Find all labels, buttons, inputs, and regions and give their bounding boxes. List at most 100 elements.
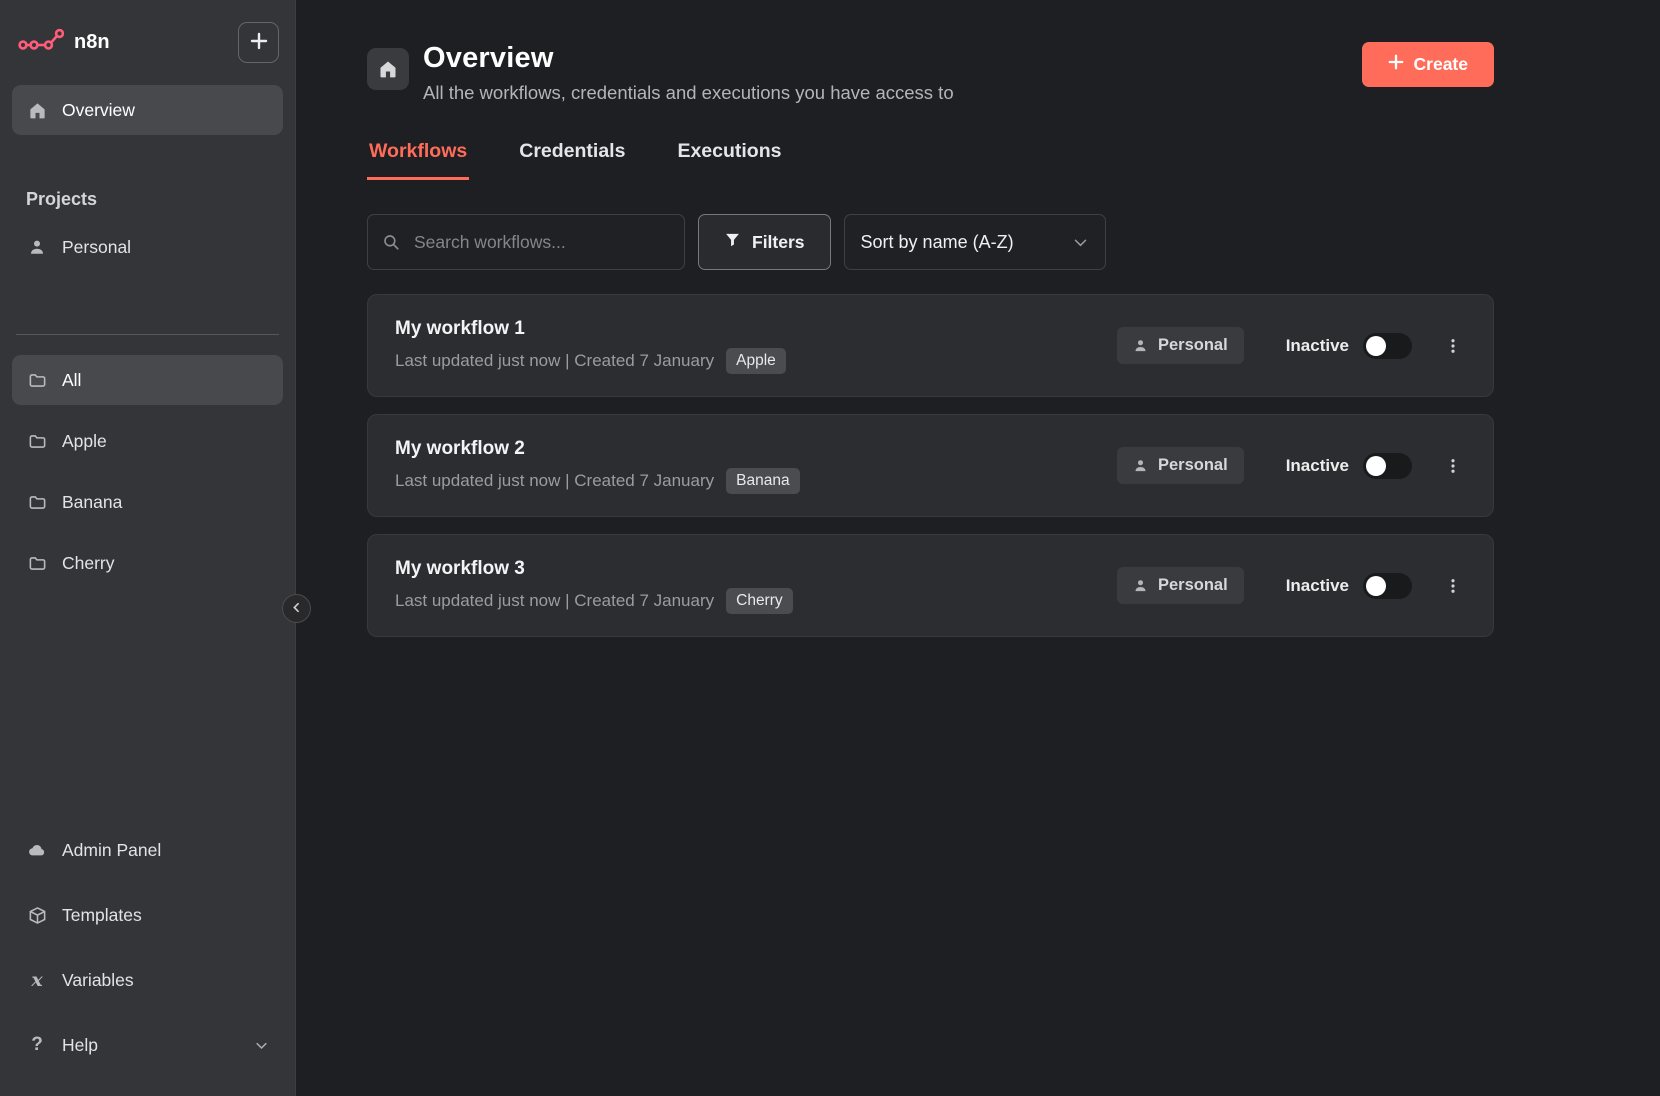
user-icon [1133, 338, 1148, 353]
workflow-tag[interactable]: Apple [726, 347, 786, 374]
package-icon [26, 906, 48, 925]
workflow-active-toggle[interactable] [1363, 452, 1412, 479]
sidebar-divider [16, 334, 279, 335]
status-label: Inactive [1285, 575, 1349, 595]
header-text: Overview All the workflows, credentials … [423, 42, 954, 104]
search-box [367, 214, 685, 270]
sidebar-item-banana[interactable]: Banana [12, 477, 283, 527]
plus-icon [250, 32, 268, 53]
sidebar-item-label: Overview [62, 99, 135, 120]
filters-button-label: Filters [752, 231, 805, 252]
workflow-meta-text: Last updated just now | Created 7 Januar… [395, 590, 715, 610]
workflow-meta-text: Last updated just now | Created 7 Januar… [395, 470, 715, 490]
sidebar-header: n8n [12, 14, 283, 71]
home-icon [26, 101, 48, 120]
workflow-tag[interactable]: Banana [726, 467, 800, 494]
tab-workflows[interactable]: Workflows [367, 136, 470, 180]
filter-funnel-icon [724, 231, 741, 253]
n8n-logo[interactable]: n8n [18, 25, 110, 61]
workflow-active-toggle[interactable] [1363, 572, 1412, 599]
workflow-card[interactable]: My workflow 1 Last updated just now | Cr… [367, 294, 1494, 397]
owner-badge[interactable]: Personal [1116, 447, 1244, 484]
status-label: Inactive [1285, 335, 1349, 355]
workflow-list: My workflow 1 Last updated just now | Cr… [367, 294, 1494, 637]
more-options-button[interactable] [1440, 573, 1466, 599]
workflow-name: My workflow 1 [395, 317, 525, 339]
sidebar-item-help[interactable]: ? Help [12, 1020, 283, 1070]
workflow-active-toggle[interactable] [1363, 332, 1412, 359]
chevron-down-icon [1072, 234, 1089, 251]
sidebar-item-label: Variables [62, 969, 134, 990]
workflow-name: My workflow 2 [395, 437, 525, 459]
sidebar-item-templates[interactable]: Templates [12, 890, 283, 940]
sidebar-item-variables[interactable]: x Variables [12, 955, 283, 1005]
workflow-meta: Last updated just now | Created 7 Januar… [395, 347, 786, 374]
sidebar-item-all[interactable]: All [12, 355, 283, 405]
tab-credentials[interactable]: Credentials [517, 136, 627, 180]
sidebar-item-label: All [62, 369, 82, 390]
projects-heading: Projects [26, 189, 98, 209]
tab-bar: Workflows Credentials Executions [367, 136, 1494, 180]
sidebar-item-label: Cherry [62, 552, 115, 573]
workflow-card-info: My workflow 3 Last updated just now | Cr… [395, 558, 793, 614]
create-button-label: Create [1413, 54, 1468, 74]
sidebar-collapse-button[interactable] [282, 594, 311, 623]
sidebar-item-label: Apple [62, 430, 107, 451]
sidebar: n8n Overview Projects Personal All Apple… [0, 0, 296, 1096]
sidebar-item-admin-panel[interactable]: Admin Panel [12, 825, 283, 875]
plus-icon [1388, 54, 1404, 75]
cloud-icon [26, 840, 48, 860]
create-button[interactable]: Create [1361, 42, 1494, 87]
workflow-card-controls: Personal Inactive [1116, 327, 1466, 364]
sidebar-item-label: Banana [62, 491, 123, 512]
toggle-knob [1366, 455, 1386, 476]
search-icon [382, 233, 400, 251]
user-icon [1133, 578, 1148, 593]
add-button[interactable] [238, 22, 279, 63]
workflow-card-controls: Personal Inactive [1116, 447, 1466, 484]
sidebar-item-apple[interactable]: Apple [12, 416, 283, 466]
more-options-button[interactable] [1440, 453, 1466, 479]
page-subtitle: All the workflows, credentials and execu… [423, 82, 954, 103]
owner-badge-label: Personal [1157, 336, 1228, 354]
more-options-button[interactable] [1440, 333, 1466, 359]
tab-executions[interactable]: Executions [675, 136, 783, 180]
owner-badge[interactable]: Personal [1116, 567, 1244, 604]
owner-badge-label: Personal [1157, 576, 1228, 594]
n8n-logo-icon [18, 25, 65, 61]
owner-badge[interactable]: Personal [1116, 327, 1244, 364]
user-icon [26, 238, 48, 256]
workflow-tag[interactable]: Cherry [726, 587, 793, 614]
sort-select[interactable]: Sort by name (A-Z) [843, 214, 1106, 270]
folder-icon [26, 371, 48, 390]
sidebar-bottom: Admin Panel Templates x Variables ? Help [12, 825, 283, 1070]
filters-button[interactable]: Filters [698, 214, 831, 270]
toggle-knob [1366, 575, 1386, 596]
sort-select-value: Sort by name (A-Z) [860, 231, 1014, 252]
workflow-card-controls: Personal Inactive [1116, 567, 1466, 604]
sidebar-item-label: Templates [62, 904, 142, 925]
sidebar-item-overview[interactable]: Overview [12, 85, 283, 135]
folder-icon [26, 493, 48, 512]
sidebar-item-personal[interactable]: Personal [12, 222, 283, 272]
home-icon [380, 61, 396, 78]
sidebar-item-cherry[interactable]: Cherry [12, 538, 283, 588]
workflow-toolbar: Filters Sort by name (A-Z) [367, 214, 1494, 270]
folder-icon [26, 432, 48, 451]
workflow-meta: Last updated just now | Created 7 Januar… [395, 467, 800, 494]
sidebar-item-label: Personal [62, 236, 132, 257]
search-input[interactable] [367, 214, 685, 270]
user-icon [1133, 458, 1148, 473]
main-content: Overview All the workflows, credentials … [296, 0, 1660, 1096]
sidebar-item-label: Admin Panel [62, 839, 162, 860]
help-icon: ? [31, 1034, 43, 1055]
toggle-knob [1366, 335, 1386, 356]
folder-list: All Apple Banana Cherry [12, 355, 283, 588]
kebab-icon [1451, 338, 1455, 353]
kebab-icon [1451, 458, 1455, 473]
workflow-card[interactable]: My workflow 3 Last updated just now | Cr… [367, 534, 1494, 637]
workflow-name: My workflow 3 [395, 557, 525, 579]
variables-icon: x [31, 969, 43, 991]
workflow-card[interactable]: My workflow 2 Last updated just now | Cr… [367, 414, 1494, 517]
owner-badge-label: Personal [1157, 456, 1228, 474]
